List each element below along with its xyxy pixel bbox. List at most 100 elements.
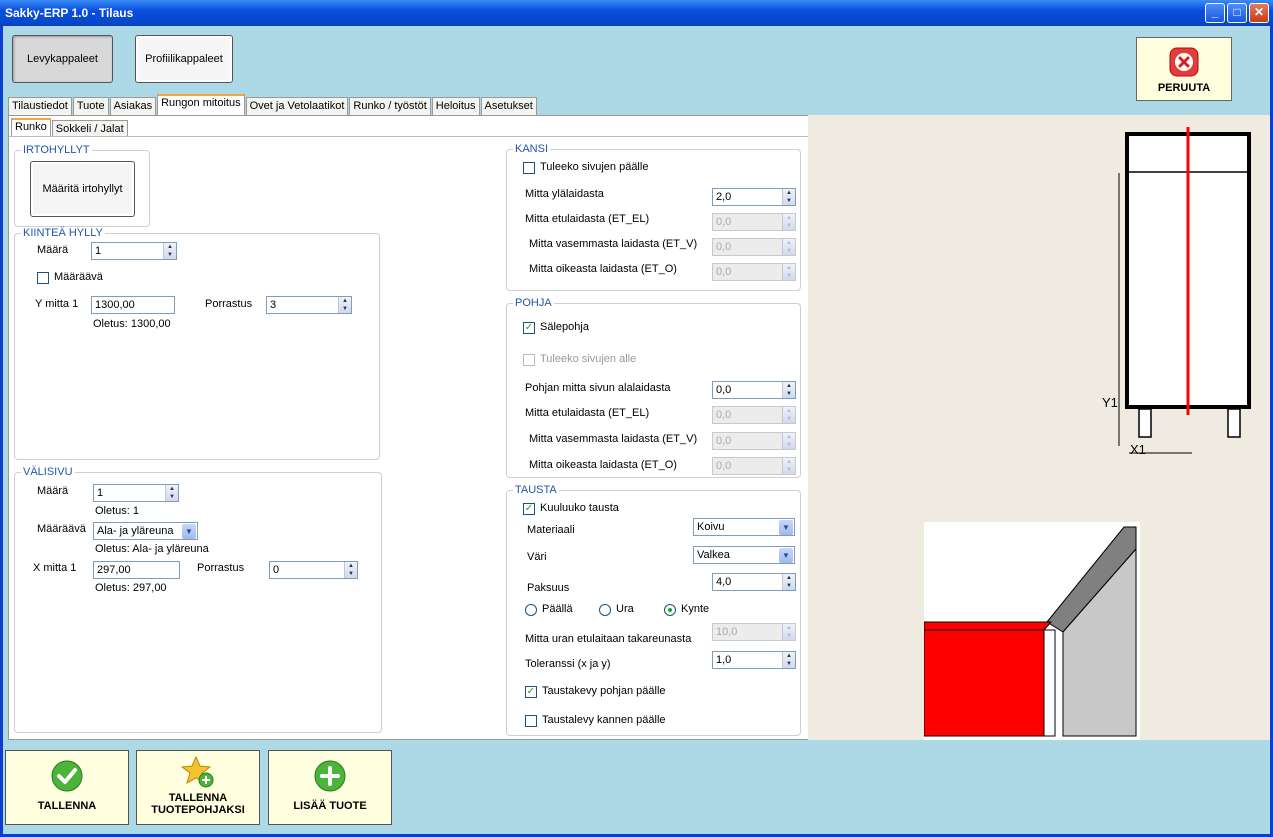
tausta-paksuus-value: 4,0 [716, 576, 732, 588]
tab-sokkeli-jalat[interactable]: Sokkeli / Jalat [51, 120, 128, 137]
tausta-vari-select[interactable]: Valkea ▼ [693, 546, 795, 564]
app-window: Sakky-ERP 1.0 - Tilaus _ □ ✕ Levykappale… [0, 0, 1273, 837]
peruuta-label: PERUUTA [1157, 82, 1211, 94]
pohja-salepohja-label: Sälepohja [540, 321, 589, 333]
chevron-down-icon[interactable]: ▼ [182, 524, 196, 539]
radio-kynte[interactable] [664, 604, 676, 616]
valisivu-maara-input[interactable]: 1 ▲ ▼ [93, 484, 179, 502]
kansi-row-label: Mitta ylälaidasta [525, 188, 604, 200]
tuotepohja-label-2: TUOTEPOHJAKSI [151, 804, 245, 816]
pohja-tuleeko-checkbox [523, 354, 535, 366]
pohja-row-label: Mitta oikeasta laidasta (ET_O) [529, 459, 677, 471]
tab-asiakas[interactable]: Asiakas [109, 97, 157, 115]
spin-arrows-icon[interactable]: ▲ ▼ [782, 189, 795, 205]
maximize-button[interactable]: □ [1227, 3, 1247, 23]
tab-rungon-mitoitus[interactable]: Rungon mitoitus [157, 94, 245, 115]
valisivu-porrastus-label: Porrastus [197, 562, 245, 574]
tab-tilaustiedot[interactable]: Tilaustiedot [8, 97, 72, 115]
spin-arrows-icon[interactable]: ▲ ▼ [338, 297, 351, 313]
taustakevy-label: Taustakevy pohjan päälle [542, 685, 666, 697]
kiintea-porrastus-label: Porrastus [205, 298, 253, 310]
pohja-row-label: Pohjan mitta sivun alalaidasta [525, 382, 671, 394]
valisivu-porrastus-input[interactable]: 0 ▲ ▼ [269, 561, 358, 579]
spin-arrows-icon[interactable]: ▲ ▼ [782, 382, 795, 398]
pohja-tuleeko-label: Tuleeko sivujen alle [540, 353, 637, 365]
tab-ovet-ja-vetolaatikot[interactable]: Ovet ja Vetolaatikot [245, 97, 349, 115]
tab-asetukset[interactable]: Asetukset [480, 97, 537, 115]
kansi-etulaidasta-input: 0,0 ▲ ▼ [712, 213, 796, 231]
kiintea-porrastus-input[interactable]: 3 ▲ ▼ [266, 296, 352, 314]
tausta-vari-value: Valkea [697, 549, 730, 561]
tausta-kuuluuko-label: Kuuluuko tausta [540, 502, 619, 514]
valisivu-maaraava-select[interactable]: Ala- ja yläreuna ▼ [93, 522, 198, 540]
kiintea-maaraava-checkbox[interactable] [37, 272, 49, 284]
kiintea-ymitta-input[interactable]: 1300,00 [91, 296, 175, 314]
valisivu-maaraava-label: Määräävä [37, 523, 86, 535]
pohja-alalaidasta-input[interactable]: 0,0 ▲ ▼ [712, 381, 796, 399]
lisaa-tuote-button[interactable]: LISÄÄ TUOTE [268, 750, 392, 825]
kiintea-maara-input[interactable]: 1 ▲ ▼ [91, 242, 177, 260]
kansi-row-label: Mitta vasemmasta laidasta (ET_V) [529, 238, 698, 250]
profiilikappaleet-button[interactable]: Profiilikappaleet [135, 35, 233, 83]
tallenna-button[interactable]: TALLENNA [5, 750, 129, 825]
spin-arrows-icon: ▲ ▼ [782, 624, 795, 640]
pohja-title: POHJA [513, 297, 554, 309]
kiintea-ymitta-label: Y mitta 1 [35, 298, 79, 310]
valisivu-xmitta-oletus: Oletus: 297,00 [95, 582, 167, 594]
spin-arrows-icon[interactable]: ▲ ▼ [163, 243, 176, 259]
kansi-group: KANSI Tuleeko sivujen päälle Mitta yläla… [506, 143, 801, 291]
valisivu-xmitta-input[interactable]: 297,00 [93, 561, 180, 579]
spin-arrows-icon: ▲ ▼ [782, 214, 795, 230]
title-bar: Sakky-ERP 1.0 - Tilaus _ □ ✕ [0, 0, 1273, 26]
lisaa-tuote-label: LISÄÄ TUOTE [293, 800, 367, 812]
peruuta-button[interactable]: PERUUTA [1136, 37, 1232, 101]
valisivu-maara-label: Määrä [37, 485, 69, 497]
tausta-toleranssi-input[interactable]: 1,0 ▲ ▼ [712, 651, 796, 669]
kansi-row-value: 2,0 [716, 191, 732, 203]
x1-label: X1 [1130, 442, 1146, 457]
valisivu-maara-oletus: Oletus: 1 [95, 505, 140, 517]
chevron-down-icon[interactable]: ▼ [779, 548, 793, 563]
spin-arrows-icon: ▲ ▼ [782, 458, 795, 474]
tab-runko[interactable]: Runko [11, 118, 51, 137]
tausta-materiaali-label: Materiaali [527, 524, 575, 536]
kiintea-hylly-title: KIINTEÄ HYLLY [21, 227, 105, 239]
taustalevy-checkbox[interactable] [525, 715, 537, 727]
tausta-mitta-uran-label: Mitta uran etulaitaan takareunasta [525, 633, 692, 645]
tab-runko-tyostot[interactable]: Runko / työstöt [349, 97, 431, 115]
valisivu-maaraava-oletus: Oletus: Ala- ja yläreuna [95, 543, 209, 555]
pohja-salepohja-checkbox[interactable]: ✓ [523, 322, 535, 334]
tallenna-tuotepohjaksi-button[interactable]: TALLENNA TUOTEPOHJAKSI [136, 750, 260, 825]
chevron-down-icon[interactable]: ▼ [779, 520, 793, 535]
tab-tuote[interactable]: Tuote [72, 97, 109, 115]
radio-ura[interactable] [599, 604, 611, 616]
tausta-materiaali-select[interactable]: Koivu ▼ [693, 518, 795, 536]
valisivu-group: VÄLISIVU Määrä 1 ▲ ▼ Oletus: 1 Määräävä A… [14, 466, 382, 733]
kiintea-maara-value: 1 [95, 245, 102, 257]
tausta-vari-label: Väri [527, 551, 547, 563]
spin-arrows-icon[interactable]: ▲ ▼ [165, 485, 178, 501]
tab-heloitus[interactable]: Heloitus [431, 97, 480, 115]
tausta-paksuus-input[interactable]: 4,0 ▲ ▼ [712, 573, 796, 591]
kansi-row-value: 0,0 [716, 266, 732, 278]
taustakevy-checkbox[interactable]: ✓ [525, 686, 537, 698]
kiintea-ymitta-value: 1300,00 [95, 299, 135, 311]
kansi-tuleeko-checkbox[interactable] [523, 162, 535, 174]
radio-paalla[interactable] [525, 604, 537, 616]
kiintea-porrastus-value: 3 [270, 299, 277, 311]
minimize-button[interactable]: _ [1205, 3, 1225, 23]
valisivu-maaraava-value: Ala- ja yläreuna [97, 525, 174, 537]
maarita-irtohyllyt-button[interactable]: Määritä irtohyllyt [30, 161, 135, 217]
radio-paalla-label: Päällä [542, 603, 573, 615]
spin-arrows-icon[interactable]: ▲ ▼ [344, 562, 357, 578]
tausta-kuuluuko-checkbox[interactable]: ✓ [523, 503, 535, 515]
spin-arrows-icon[interactable]: ▲ ▼ [782, 652, 795, 668]
preview-area: Y1 X1 [808, 115, 1270, 740]
window-title: Sakky-ERP 1.0 - Tilaus [5, 6, 134, 20]
spin-arrows-icon[interactable]: ▲ ▼ [782, 574, 795, 590]
kiintea-oletus: Oletus: 1300,00 [93, 318, 171, 330]
kansi-ylalaidasta-input[interactable]: 2,0 ▲ ▼ [712, 188, 796, 206]
levykappaleet-button[interactable]: Levykappaleet [12, 35, 113, 83]
close-button[interactable]: ✕ [1249, 3, 1269, 23]
kansi-oikeasta-input: 0,0 ▲ ▼ [712, 263, 796, 281]
